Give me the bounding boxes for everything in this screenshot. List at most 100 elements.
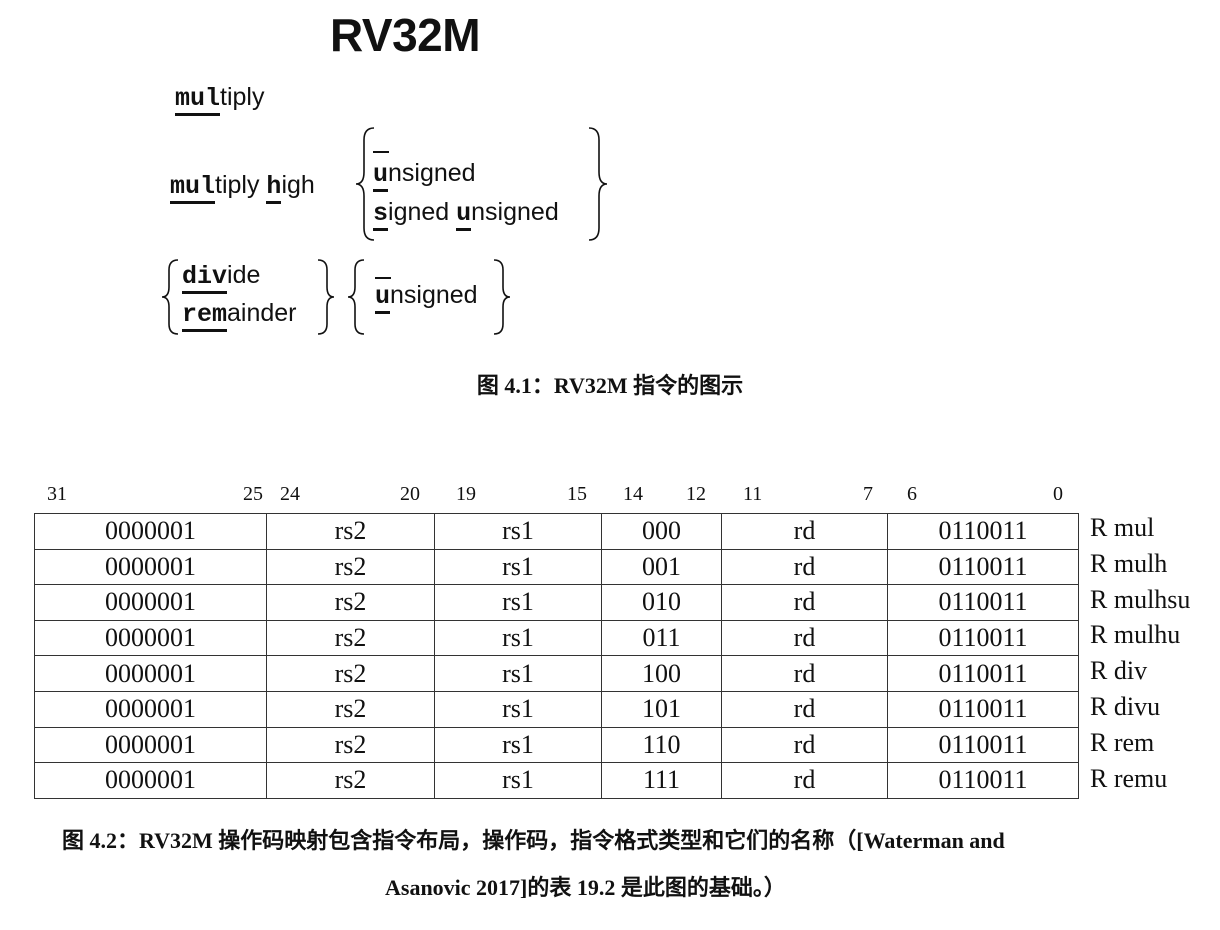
option-unsigned: unsigned xyxy=(375,280,478,314)
field-funct3: 101 xyxy=(601,690,722,728)
field-funct7: 0000001 xyxy=(34,584,267,621)
multiply-line: multiply xyxy=(175,82,265,116)
bit-label: 7 xyxy=(863,483,873,505)
field-opcode: 0110011 xyxy=(887,513,1079,550)
bit-label: 0 xyxy=(1053,483,1063,505)
u-abbrev: u xyxy=(375,282,391,314)
instruction-name: R mulhu xyxy=(1090,620,1181,650)
field-rd: rd xyxy=(721,690,888,728)
field-rs1: rs1 xyxy=(434,584,602,621)
multiply-high-line: multiply high xyxy=(170,170,315,204)
field-funct3: 011 xyxy=(601,619,722,657)
table-row: 0000001 rs2 rs1 100rd 0110011 xyxy=(34,655,1079,692)
table-row: 0000001 rs2 rs1 010rd 0110011 xyxy=(34,584,1079,621)
opcode-map-table: 0000001 rs2 rs1 000rd 0110011 0000001 rs2 rs1 00… xyxy=(34,513,1079,799)
high-rest: igh xyxy=(281,171,315,199)
field-opcode: 0110011 xyxy=(887,548,1079,586)
field-opcode: 0110011 xyxy=(887,619,1079,657)
empty-dash xyxy=(373,151,389,153)
empty-dash xyxy=(375,277,391,279)
field-rs1: rs1 xyxy=(434,655,602,692)
field-rd: rd xyxy=(721,726,888,764)
field-funct3: 110 xyxy=(601,726,722,764)
field-rs1: rs1 xyxy=(434,513,602,550)
field-rd: rd xyxy=(721,655,888,692)
field-funct7: 0000001 xyxy=(34,548,267,586)
option-signed-unsigned: signed unsigned xyxy=(373,197,559,231)
field-opcode: 0110011 xyxy=(887,762,1079,799)
bit-label: 25 xyxy=(243,483,263,505)
field-funct3: 010 xyxy=(601,584,722,621)
divide-rest: ide xyxy=(227,261,261,289)
field-funct7: 0000001 xyxy=(34,690,267,728)
u-abbrev: u xyxy=(456,199,472,231)
bit-label: 14 xyxy=(623,483,643,505)
field-rs2: rs2 xyxy=(266,619,435,657)
table-row: 0000001 rs2 rs1 110rd 0110011 xyxy=(34,726,1079,764)
field-funct3: 001 xyxy=(601,548,722,586)
field-rs2: rs2 xyxy=(266,655,435,692)
figure-caption: 图 4.1：RV32M 指令的图示 xyxy=(476,373,744,398)
mul-abbrev: mul xyxy=(170,172,216,204)
bit-label: 11 xyxy=(743,483,763,505)
instruction-name: R divu xyxy=(1090,692,1161,721)
instruction-name: R mulhsu xyxy=(1090,584,1191,614)
table-row: 0000001 rs2 rs1 001rd 0110011 xyxy=(34,548,1079,586)
instruction-name: R mulh xyxy=(1090,548,1168,578)
table-row: 0000001 rs2 rs1 111rd 0110011 xyxy=(34,762,1079,799)
s-abbrev: s xyxy=(373,199,389,231)
right-brace-icon xyxy=(317,259,335,335)
bit-label: 31 xyxy=(47,483,67,505)
right-brace-icon xyxy=(588,127,608,241)
field-rd: rd xyxy=(721,762,888,799)
bit-label: 19 xyxy=(456,483,476,505)
bit-label: 24 xyxy=(280,483,300,505)
field-rs1: rs1 xyxy=(434,690,602,728)
h-abbrev: h xyxy=(266,172,282,204)
field-funct3: 111 xyxy=(601,762,722,799)
rem-abbrev: rem xyxy=(182,300,228,332)
figure-caption-cont: Asanovic 2017]的表 19.2 是此图的基础。） xyxy=(385,875,786,900)
table-row: 0000001 rs2 rs1 000rd 0110011 xyxy=(34,513,1079,550)
div-abbrev: div xyxy=(182,262,228,294)
field-funct7: 0000001 xyxy=(34,619,267,657)
field-rs2: rs2 xyxy=(266,548,435,586)
field-rd: rd xyxy=(721,584,888,621)
unsigned-rest: nsigned xyxy=(390,281,478,309)
field-rs2: rs2 xyxy=(266,690,435,728)
field-rs2: rs2 xyxy=(266,762,435,799)
table-row: 0000001 rs2 rs1 011rd 0110011 xyxy=(34,619,1079,657)
left-brace-icon xyxy=(347,259,365,335)
field-opcode: 0110011 xyxy=(887,584,1079,621)
figure-caption: 图 4.2：RV32M 操作码映射包含指令布局，操作码，指令格式类型和它们的名称… xyxy=(62,828,1005,853)
remainder-rest: ainder xyxy=(227,299,297,327)
mul-rest: tiply xyxy=(220,83,265,111)
field-funct3: 100 xyxy=(601,655,722,692)
instruction-name: R mul xyxy=(1090,513,1155,542)
u-abbrev: u xyxy=(373,160,389,192)
table-row: 0000001 rs2 rs1 101rd 0110011 xyxy=(34,690,1079,728)
mul-abbrev: mul xyxy=(175,84,221,116)
unsigned-rest: nsigned xyxy=(471,198,559,226)
field-rs2: rs2 xyxy=(266,726,435,764)
bit-label: 12 xyxy=(686,483,706,505)
field-opcode: 0110011 xyxy=(887,726,1079,764)
remainder-line: remainder xyxy=(182,298,297,332)
field-rs1: rs1 xyxy=(434,762,602,799)
bit-label: 6 xyxy=(907,483,917,505)
instruction-name: R rem xyxy=(1090,727,1155,757)
field-opcode: 0110011 xyxy=(887,655,1079,692)
mul-rest: tiply xyxy=(215,171,267,199)
field-funct7: 0000001 xyxy=(34,762,267,799)
signed-rest: igned xyxy=(388,198,457,226)
field-funct7: 0000001 xyxy=(34,726,267,764)
field-rd: rd xyxy=(721,513,888,550)
field-rs2: rs2 xyxy=(266,584,435,621)
field-rs1: rs1 xyxy=(434,726,602,764)
instruction-name: R div xyxy=(1090,656,1148,686)
field-funct3: 000 xyxy=(601,513,722,550)
figure-title: RV32M xyxy=(330,9,481,61)
field-opcode: 0110011 xyxy=(887,690,1079,728)
bit-label: 20 xyxy=(400,483,420,505)
unsigned-rest: nsigned xyxy=(388,159,476,187)
